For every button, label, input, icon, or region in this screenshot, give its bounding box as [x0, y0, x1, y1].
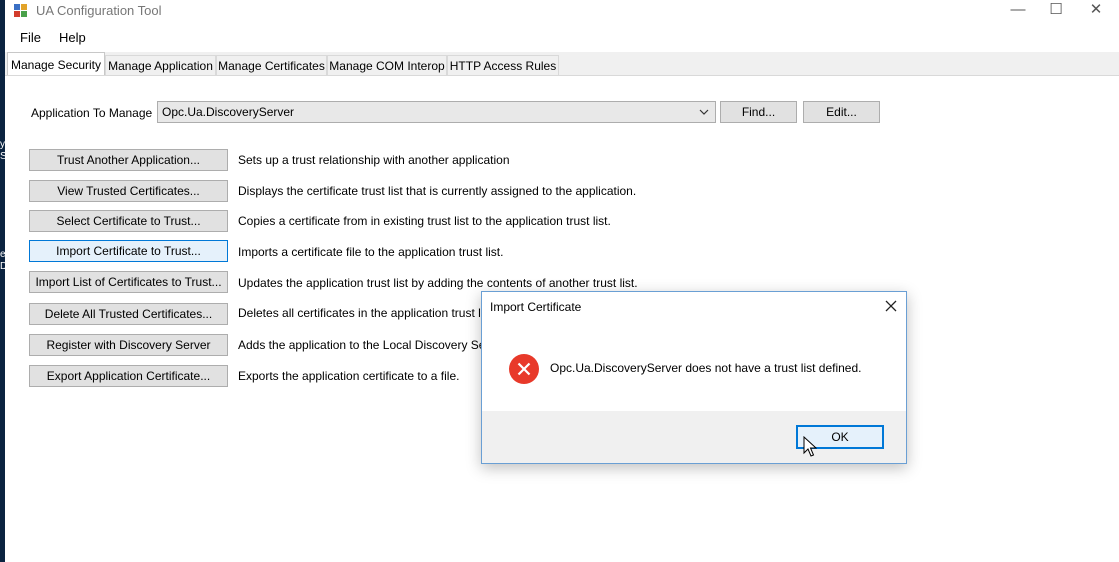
- title-bar: UA Configuration Tool — ☐ ✕: [5, 0, 1119, 24]
- tab-manage-security[interactable]: Manage Security: [7, 52, 105, 76]
- action-description: Imports a certificate file to the applic…: [238, 245, 504, 259]
- import-certificate-to-trust-button[interactable]: Import Certificate to Trust...: [29, 240, 228, 262]
- action-description: Sets up a trust relationship with anothe…: [238, 153, 510, 167]
- find-button[interactable]: Find...: [720, 101, 797, 123]
- close-window-button[interactable]: ✕: [1073, 0, 1119, 22]
- mouse-cursor-icon: [803, 436, 817, 457]
- action-description: Exports the application certificate to a…: [238, 369, 460, 383]
- action-description: Updates the application trust list by ad…: [238, 276, 638, 290]
- dialog-title: Import Certificate: [490, 300, 582, 314]
- tab-manage-com-interop[interactable]: Manage COM Interop: [327, 55, 447, 75]
- delete-all-trusted-certificates-button[interactable]: Delete All Trusted Certificates...: [29, 303, 228, 325]
- tab-http-access-rules[interactable]: HTTP Access Rules: [447, 55, 559, 75]
- dialog-footer: OK: [482, 411, 906, 463]
- application-select[interactable]: Opc.Ua.DiscoveryServer: [157, 101, 716, 123]
- menu-help[interactable]: Help: [59, 30, 86, 45]
- action-description: Displays the certificate trust list that…: [238, 184, 637, 198]
- dialog-message: Opc.Ua.DiscoveryServer does not have a t…: [550, 361, 862, 375]
- error-icon: [509, 354, 539, 384]
- window-title: UA Configuration Tool: [36, 3, 162, 18]
- register-with-discovery-server-button[interactable]: Register with Discovery Server: [29, 334, 228, 356]
- close-icon[interactable]: [884, 299, 898, 313]
- tab-manage-certificates[interactable]: Manage Certificates: [216, 55, 327, 75]
- tab-strip: Manage Security Manage Application Manag…: [5, 52, 1119, 76]
- tab-manage-application[interactable]: Manage Application: [105, 55, 216, 75]
- view-trusted-certificates-button[interactable]: View Trusted Certificates...: [29, 180, 228, 202]
- import-certificate-dialog: Import Certificate Opc.Ua.DiscoveryServe…: [481, 291, 907, 464]
- edit-button[interactable]: Edit...: [803, 101, 880, 123]
- import-list-of-certificates-button[interactable]: Import List of Certificates to Trust...: [29, 271, 228, 293]
- app-icon: [14, 4, 28, 18]
- menu-file[interactable]: File: [20, 30, 41, 45]
- application-to-manage-label: Application To Manage: [31, 106, 153, 120]
- chevron-down-icon: [699, 109, 709, 115]
- action-description: Deletes all certificates in the applicat…: [238, 306, 497, 320]
- select-certificate-to-trust-button[interactable]: Select Certificate to Trust...: [29, 210, 228, 232]
- trust-another-application-button[interactable]: Trust Another Application...: [29, 149, 228, 171]
- action-description: Adds the application to the Local Discov…: [238, 338, 503, 352]
- export-application-certificate-button[interactable]: Export Application Certificate...: [29, 365, 228, 387]
- action-description: Copies a certificate from in existing tr…: [238, 214, 611, 228]
- application-select-value: Opc.Ua.DiscoveryServer: [162, 105, 295, 119]
